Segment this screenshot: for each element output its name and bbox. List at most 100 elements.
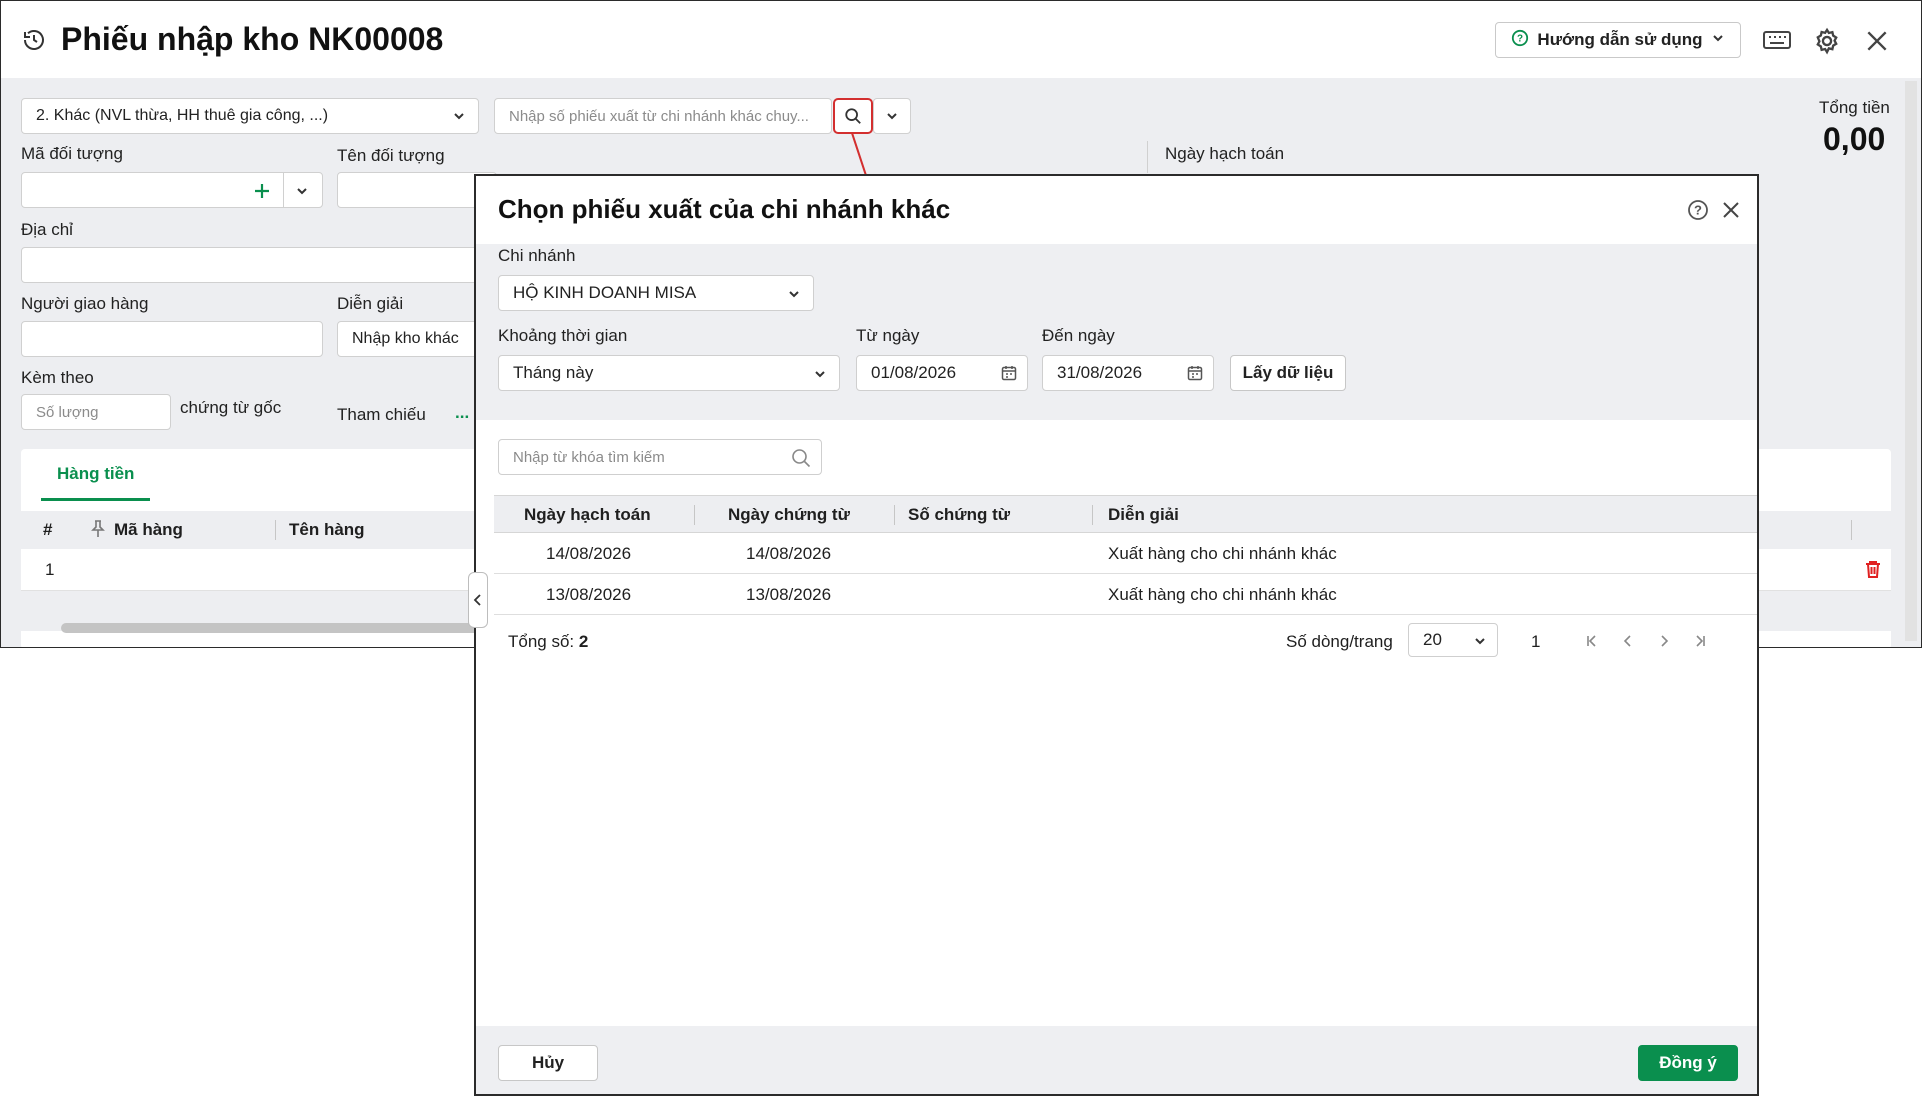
from-date-value: 01/08/2026 xyxy=(871,363,957,382)
rows-per-page-label: Số dòng/trang xyxy=(1286,632,1393,651)
filter-panel: Chi nhánh HỘ KINH DOANH MISA Khoảng thời… xyxy=(476,244,1757,420)
total-count: Tổng số: 2 xyxy=(508,632,588,652)
deliverer-label: Người giao hàng xyxy=(21,294,149,313)
object-name-input[interactable] xyxy=(337,172,497,208)
reference-more-link[interactable]: ... xyxy=(455,403,469,423)
address-input[interactable] xyxy=(21,247,497,283)
help-button-label: Hướng dẫn sử dụng xyxy=(1537,30,1703,49)
grid-row-index: 1 xyxy=(45,560,55,579)
keyboard-icon[interactable] xyxy=(1761,25,1793,55)
plus-icon[interactable] xyxy=(251,180,273,202)
export-voucher-search-button[interactable] xyxy=(833,98,873,134)
first-page-icon[interactable] xyxy=(1582,631,1602,651)
close-icon[interactable] xyxy=(1861,25,1893,57)
total-count-value: 2 xyxy=(578,632,589,651)
keyword-search-placeholder: Nhập từ khóa tìm kiếm xyxy=(513,448,665,466)
last-page-icon[interactable] xyxy=(1690,631,1710,651)
calendar-icon[interactable] xyxy=(1187,365,1203,386)
cell-description: Xuất hàng cho chi nhánh khác xyxy=(1108,584,1337,604)
col-header-voucher-date[interactable]: Ngày chứng từ xyxy=(728,496,850,534)
import-type-select[interactable]: 2. Khác (NVL thừa, HH thuê gia công, ...… xyxy=(21,98,479,134)
deliverer-input[interactable] xyxy=(21,321,323,357)
chevron-down-icon xyxy=(1473,633,1487,653)
export-voucher-dropdown-button[interactable] xyxy=(873,98,911,134)
divider xyxy=(283,173,284,207)
branch-value: HỘ KINH DOANH MISA xyxy=(513,283,697,302)
divider xyxy=(1851,520,1852,540)
from-date-label: Từ ngày xyxy=(856,326,920,345)
grid-header-item-name: Tên hàng xyxy=(289,520,365,539)
period-value: Tháng này xyxy=(513,363,594,382)
keyword-search-input[interactable]: Nhập từ khóa tìm kiếm xyxy=(498,439,822,475)
branch-label: Chi nhánh xyxy=(498,246,576,265)
attached-label: Kèm theo xyxy=(21,368,94,387)
cell-accounting-date: 14/08/2026 xyxy=(546,543,632,563)
calendar-icon[interactable] xyxy=(1001,365,1017,386)
horizontal-scrollbar[interactable] xyxy=(61,623,481,633)
address-label: Địa chỉ xyxy=(21,220,73,239)
original-docs-label: chứng từ gốc xyxy=(180,398,282,417)
next-page-icon[interactable] xyxy=(1654,631,1674,651)
grid-header-item-code: Mã hàng xyxy=(114,520,183,539)
grid-header-index: # xyxy=(43,520,53,539)
chevron-down-icon xyxy=(452,109,466,128)
trash-icon[interactable] xyxy=(1865,560,1881,583)
branch-select[interactable]: HỘ KINH DOANH MISA xyxy=(498,275,814,311)
description-value: Nhập kho khác xyxy=(352,330,459,347)
table-row[interactable]: 14/08/2026 14/08/2026 Xuất hàng cho chi … xyxy=(494,533,1757,574)
period-label: Khoảng thời gian xyxy=(498,326,628,345)
svg-text:?: ? xyxy=(1517,33,1523,44)
window-header: Phiếu nhập kho NK00008 ? Hướng dẫn sử dụ… xyxy=(1,1,1921,78)
dialog-footer: Hủy Đồng ý xyxy=(476,1026,1757,1094)
object-code-input[interactable] xyxy=(21,172,323,208)
col-header-description[interactable]: Diễn giải xyxy=(1108,496,1179,534)
col-header-voucher-number[interactable]: Số chứng từ xyxy=(908,496,1010,534)
fetch-data-button[interactable]: Lấy dữ liệu xyxy=(1230,355,1346,391)
close-icon[interactable] xyxy=(1719,198,1743,222)
period-select[interactable]: Tháng này xyxy=(498,355,840,391)
help-circle-icon: ? xyxy=(1511,29,1529,52)
help-button[interactable]: ? Hướng dẫn sử dụng xyxy=(1495,22,1741,58)
cell-description: Xuất hàng cho chi nhánh khác xyxy=(1108,543,1337,563)
object-name-label: Tên đối tượng xyxy=(337,146,445,165)
from-date-input[interactable]: 01/08/2026 xyxy=(856,355,1028,391)
cell-voucher-date: 13/08/2026 xyxy=(746,584,832,604)
description-input[interactable]: Nhập kho khác xyxy=(337,321,497,357)
search-icon[interactable] xyxy=(791,448,811,473)
quantity-input[interactable]: Số lượng xyxy=(21,394,171,430)
chevron-down-icon[interactable] xyxy=(291,182,313,200)
total-count-label: Tổng số: xyxy=(508,632,575,651)
voucher-table-header: Ngày hạch toán Ngày chứng từ Số chứng từ… xyxy=(494,495,1757,534)
vertical-scrollbar[interactable] xyxy=(1905,81,1917,641)
help-icon[interactable]: ? xyxy=(1686,198,1710,222)
to-date-input[interactable]: 31/08/2026 xyxy=(1042,355,1214,391)
prev-page-icon[interactable] xyxy=(1618,631,1638,651)
select-export-voucher-dialog: Chọn phiếu xuất của chi nhánh khác ? Chi… xyxy=(474,174,1759,1096)
dialog-title: Chọn phiếu xuất của chi nhánh khác xyxy=(498,194,951,224)
tab-hang-tien[interactable]: Hàng tiền xyxy=(41,449,151,501)
total-amount-value: 0,00 xyxy=(1823,121,1886,157)
pin-icon[interactable] xyxy=(91,520,105,543)
cell-accounting-date: 13/08/2026 xyxy=(546,584,632,604)
export-voucher-search-placeholder: Nhập số phiếu xuất từ chi nhánh khác chu… xyxy=(509,107,809,125)
cancel-button[interactable]: Hủy xyxy=(498,1045,598,1081)
gear-icon[interactable] xyxy=(1811,25,1843,57)
description-label: Diễn giải xyxy=(337,294,404,313)
collapse-handle[interactable] xyxy=(468,572,488,628)
reference-label: Tham chiếu xyxy=(337,405,426,424)
chevron-down-icon xyxy=(813,366,827,386)
divider xyxy=(694,505,695,525)
page-title: Phiếu nhập kho NK00008 xyxy=(61,21,444,57)
ok-button[interactable]: Đồng ý xyxy=(1638,1045,1738,1081)
rows-per-page-select[interactable]: 20 xyxy=(1408,623,1498,657)
accounting-date-label: Ngày hạch toán xyxy=(1165,144,1285,163)
col-header-accounting-date[interactable]: Ngày hạch toán xyxy=(524,496,651,534)
export-voucher-search-input[interactable]: Nhập số phiếu xuất từ chi nhánh khác chu… xyxy=(494,98,832,134)
divider xyxy=(894,505,895,525)
table-row[interactable]: 13/08/2026 13/08/2026 Xuất hàng cho chi … xyxy=(494,574,1757,615)
chevron-down-icon xyxy=(787,286,801,306)
to-date-label: Đến ngày xyxy=(1042,326,1115,345)
divider xyxy=(275,520,276,540)
current-page: 1 xyxy=(1531,632,1541,651)
history-icon[interactable] xyxy=(19,25,49,55)
